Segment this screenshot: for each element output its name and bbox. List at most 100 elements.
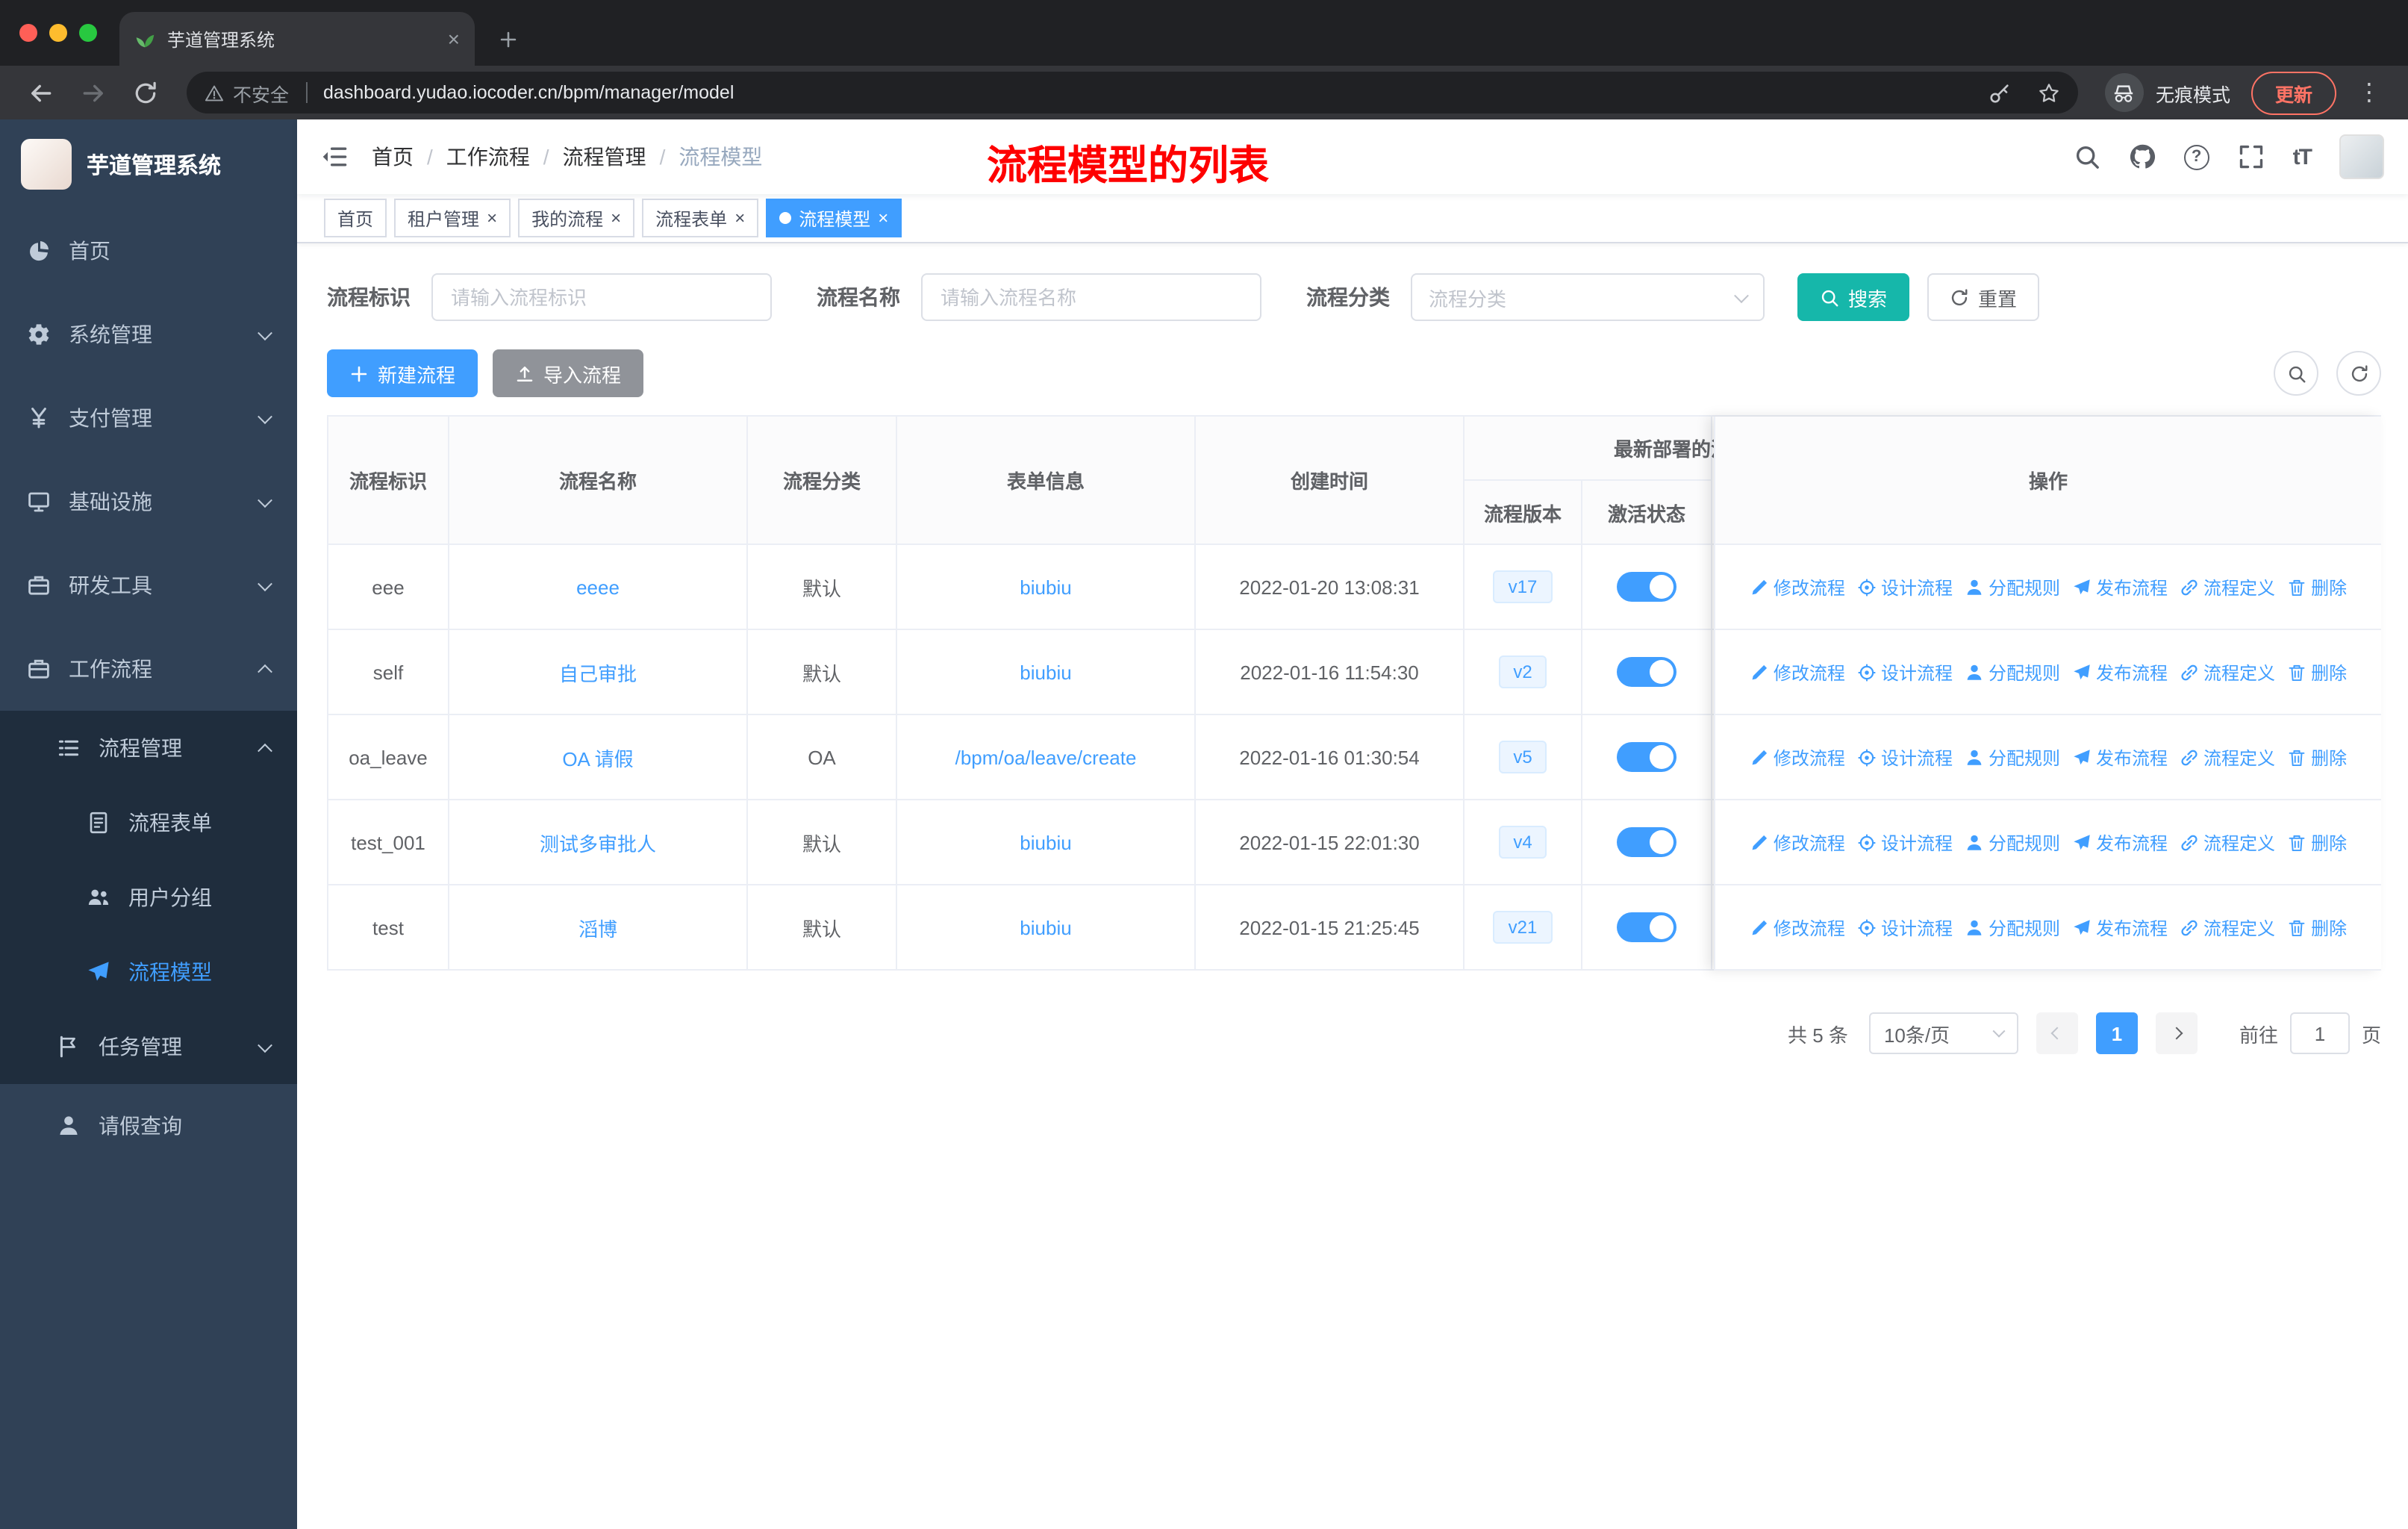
breadcrumb-home[interactable]: 首页 xyxy=(372,142,414,172)
sidebar-item-process-form[interactable]: 流程表单 xyxy=(0,785,297,860)
process-definition-link[interactable]: 流程定义 xyxy=(2180,574,2275,600)
design-process-link[interactable]: 设计流程 xyxy=(1857,744,1953,770)
reload-icon[interactable] xyxy=(133,80,158,105)
fullscreen-icon[interactable] xyxy=(2238,143,2265,170)
new-tab-button[interactable] xyxy=(487,18,528,60)
design-process-link[interactable]: 设计流程 xyxy=(1857,574,1953,600)
close-icon[interactable]: × xyxy=(611,209,621,227)
next-page-button[interactable] xyxy=(2155,1012,2198,1054)
update-button[interactable]: 更新 xyxy=(2251,71,2336,114)
active-toggle[interactable] xyxy=(1617,657,1676,687)
publish-process-link[interactable]: 发布流程 xyxy=(2072,915,2168,940)
active-toggle[interactable] xyxy=(1617,572,1676,602)
close-icon[interactable]: × xyxy=(878,209,888,227)
search-icon[interactable] xyxy=(2074,143,2100,170)
process-name-link[interactable]: 测试多审批人 xyxy=(540,832,656,855)
maximize-window-button[interactable] xyxy=(79,24,97,42)
process-definition-link[interactable]: 流程定义 xyxy=(2180,829,2275,855)
form-info-link[interactable]: biubiu xyxy=(1020,831,1071,853)
close-icon[interactable]: × xyxy=(487,209,497,227)
breadcrumb-process-management[interactable]: 流程管理 xyxy=(563,142,646,172)
assign-rule-link[interactable]: 分配规则 xyxy=(1965,915,2060,940)
modify-process-link[interactable]: 修改流程 xyxy=(1750,744,1845,770)
reset-button[interactable]: 重置 xyxy=(1927,273,2040,321)
sidebar-item-devtools[interactable]: 研发工具 xyxy=(0,544,297,627)
goto-page-input[interactable] xyxy=(2289,1012,2350,1054)
page-size-select[interactable]: 10条/页 xyxy=(1868,1012,2018,1054)
process-definition-link[interactable]: 流程定义 xyxy=(2180,659,2275,685)
form-info-link[interactable]: biubiu xyxy=(1020,661,1071,683)
breadcrumb-workflow[interactable]: 工作流程 xyxy=(446,142,530,172)
process-id-input[interactable] xyxy=(431,273,772,321)
sidebar-item-leave-query[interactable]: 请假查询 xyxy=(0,1084,297,1168)
form-info-link[interactable]: /bpm/oa/leave/create xyxy=(955,746,1137,768)
form-info-link[interactable]: biubiu xyxy=(1020,916,1071,938)
delete-link[interactable]: 删除 xyxy=(2287,829,2347,855)
active-toggle[interactable] xyxy=(1617,912,1676,942)
process-category-select[interactable]: 流程分类 xyxy=(1411,273,1765,321)
process-definition-link[interactable]: 流程定义 xyxy=(2180,744,2275,770)
process-name-link[interactable]: 自己审批 xyxy=(559,662,637,685)
assign-rule-link[interactable]: 分配规则 xyxy=(1965,829,2060,855)
page-number-current[interactable]: 1 xyxy=(2095,1012,2138,1054)
bookmark-star-icon[interactable] xyxy=(2038,81,2060,104)
sidebar-item-process-model[interactable]: 流程模型 xyxy=(0,935,297,1009)
process-name-link[interactable]: OA 请假 xyxy=(562,747,633,770)
show-search-button[interactable] xyxy=(2274,351,2318,396)
delete-link[interactable]: 删除 xyxy=(2287,574,2347,600)
publish-process-link[interactable]: 发布流程 xyxy=(2072,659,2168,685)
process-definition-link[interactable]: 流程定义 xyxy=(2180,915,2275,940)
form-info-link[interactable]: biubiu xyxy=(1020,576,1071,598)
assign-rule-link[interactable]: 分配规则 xyxy=(1965,659,2060,685)
modify-process-link[interactable]: 修改流程 xyxy=(1750,829,1845,855)
github-icon[interactable] xyxy=(2129,143,2156,170)
active-toggle[interactable] xyxy=(1617,742,1676,772)
assign-rule-link[interactable]: 分配规则 xyxy=(1965,744,2060,770)
delete-link[interactable]: 删除 xyxy=(2287,915,2347,940)
sidebar-item-infrastructure[interactable]: 基础设施 xyxy=(0,460,297,544)
sidebar-item-user-group[interactable]: 用户分组 xyxy=(0,860,297,935)
design-process-link[interactable]: 设计流程 xyxy=(1857,829,1953,855)
import-process-button[interactable]: 导入流程 xyxy=(493,349,644,397)
search-button[interactable]: 搜索 xyxy=(1797,273,1910,321)
modify-process-link[interactable]: 修改流程 xyxy=(1750,574,1845,600)
publish-process-link[interactable]: 发布流程 xyxy=(2072,829,2168,855)
help-icon[interactable]: ? xyxy=(2183,144,2209,169)
design-process-link[interactable]: 设计流程 xyxy=(1857,659,1953,685)
refresh-table-button[interactable] xyxy=(2336,351,2381,396)
design-process-link[interactable]: 设计流程 xyxy=(1857,915,1953,940)
active-toggle[interactable] xyxy=(1617,827,1676,857)
tag-my-process[interactable]: 我的流程 × xyxy=(518,199,635,237)
back-icon[interactable] xyxy=(28,80,54,105)
prev-page-button[interactable] xyxy=(2036,1012,2078,1054)
tag-tenant-management[interactable]: 租户管理 × xyxy=(394,199,511,237)
publish-process-link[interactable]: 发布流程 xyxy=(2072,744,2168,770)
process-name-link[interactable]: 滔博 xyxy=(578,918,617,940)
font-size-icon[interactable]: tT xyxy=(2293,144,2312,169)
modify-process-link[interactable]: 修改流程 xyxy=(1750,915,1845,940)
process-name-link[interactable]: eeee xyxy=(576,576,620,598)
sidebar-item-process-management[interactable]: 流程管理 xyxy=(0,711,297,785)
sidebar-item-home[interactable]: 首页 xyxy=(0,209,297,293)
modify-process-link[interactable]: 修改流程 xyxy=(1750,659,1845,685)
assign-rule-link[interactable]: 分配规则 xyxy=(1965,574,2060,600)
logo[interactable]: 芋道管理系统 xyxy=(0,119,297,209)
sidebar-item-workflow[interactable]: 工作流程 xyxy=(0,627,297,711)
process-name-input[interactable] xyxy=(921,273,1261,321)
sidebar-item-system[interactable]: 系统管理 xyxy=(0,293,297,376)
browser-tab[interactable]: 芋道管理系统 × xyxy=(119,12,475,66)
sidebar-item-task-management[interactable]: 任务管理 xyxy=(0,1009,297,1084)
publish-process-link[interactable]: 发布流程 xyxy=(2072,574,2168,600)
tag-process-model[interactable]: 流程模型 × xyxy=(766,199,902,237)
forward-icon[interactable] xyxy=(81,80,106,105)
close-window-button[interactable] xyxy=(19,24,37,42)
delete-link[interactable]: 删除 xyxy=(2287,659,2347,685)
hamburger-fold-icon[interactable] xyxy=(321,143,348,170)
minimize-window-button[interactable] xyxy=(49,24,67,42)
close-icon[interactable]: × xyxy=(734,209,745,227)
address-bar[interactable]: 不安全 dashboard.yudao.iocoder.cn/bpm/manag… xyxy=(187,72,2078,113)
avatar[interactable] xyxy=(2339,134,2384,179)
delete-link[interactable]: 删除 xyxy=(2287,744,2347,770)
sidebar-item-payment[interactable]: 支付管理 xyxy=(0,376,297,460)
tag-home[interactable]: 首页 xyxy=(324,199,387,237)
